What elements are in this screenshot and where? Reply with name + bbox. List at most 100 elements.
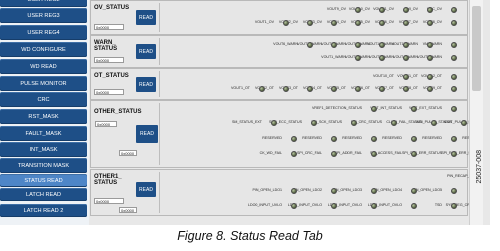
panel-divider (159, 103, 160, 165)
led-indicator-icon (291, 203, 297, 209)
panel-title: WARN_ STATUS (94, 40, 118, 53)
read-button[interactable]: READ (136, 77, 156, 92)
indicator-label: CK_WD_FAIL (259, 151, 282, 155)
led-indicator-icon (291, 151, 297, 157)
status-value-field[interactable]: 0x0000 (94, 57, 124, 63)
status-value-field[interactable]: 0x0000 (94, 198, 124, 204)
led-indicator-icon (371, 136, 377, 142)
led-indicator-icon (331, 136, 337, 142)
read-button[interactable]: READ (136, 125, 158, 143)
led-indicator-icon (411, 188, 417, 194)
status-value-field[interactable]: 0x0000 (94, 24, 124, 30)
panel-divider (159, 38, 160, 65)
vertical-scrollbar[interactable] (469, 0, 483, 225)
indicator-label: VREF1_DETECTION_STATUS (312, 106, 362, 110)
led-indicator-icon (403, 42, 409, 48)
led-indicator-icon (307, 20, 313, 26)
nav-user-reg3-button[interactable]: USER REG3 (0, 8, 87, 23)
status-value-field[interactable]: 0x0000 (94, 89, 124, 95)
indicator-label: TSD (434, 203, 442, 207)
indicator-label: VOUT1_WARN (321, 55, 346, 59)
indicator-label: SPI_CLK_ERR_STATUS (401, 151, 442, 155)
led-indicator-icon (403, 7, 409, 13)
led-indicator-icon (291, 136, 297, 142)
led-indicator-icon (355, 86, 361, 92)
nav-user-reg2-button[interactable]: USER REG2 (0, 0, 87, 7)
led-indicator-icon (331, 203, 337, 209)
led-indicator-icon (427, 74, 433, 80)
led-indicator-icon (331, 20, 337, 26)
nav-pulse-monitor-button[interactable]: PULSE MONITOR (0, 76, 87, 91)
led-indicator-icon (391, 120, 397, 126)
led-indicator-icon (355, 20, 361, 26)
led-indicator-icon (331, 188, 337, 194)
nav-transition-mask-button[interactable]: TRANSITION MASK (0, 158, 87, 173)
nav-user-reg4-button[interactable]: USER REG4 (0, 25, 87, 40)
status-value-field-2[interactable]: 0x0000 (119, 207, 137, 213)
status-read-window: USER REG2USER REG3 USER REG4 WD CONFIGURE W… (0, 0, 490, 225)
led-indicator-icon (403, 86, 409, 92)
figure-caption: Figure 8. Status Read Tab (177, 229, 323, 243)
indicator-label: RESERVED (262, 136, 282, 140)
panel-ot-status: OT_STATUS0x0000READVOUT12_OTVOUT11_OTVOU… (90, 68, 468, 100)
indicator-label: RESERVED (382, 136, 402, 140)
nav-status-read-button[interactable]: STATUS READ (0, 174, 87, 187)
led-indicator-icon (331, 151, 337, 157)
led-indicator-icon (403, 20, 409, 26)
led-indicator-icon (379, 42, 385, 48)
nav-crc-button[interactable]: CRC (0, 92, 87, 107)
led-indicator-icon (427, 7, 433, 13)
indicator-label: RESERVED (342, 136, 362, 140)
led-indicator-icon (351, 120, 357, 126)
led-indicator-icon (411, 151, 417, 157)
panel-divider (159, 172, 160, 213)
panel-divider (159, 71, 160, 97)
nav-latch-read-button[interactable]: LATCH READ (0, 188, 87, 201)
led-indicator-icon (371, 188, 377, 194)
led-indicator-icon (431, 120, 437, 126)
led-indicator-icon (379, 20, 385, 26)
led-indicator-icon (451, 55, 457, 61)
indicator-label: SPI_CRC_FAIL (297, 151, 322, 155)
led-indicator-icon (283, 20, 289, 26)
led-indicator-icon (451, 106, 457, 112)
led-indicator-icon (283, 86, 289, 92)
led-indicator-icon (355, 7, 361, 13)
led-indicator-icon (427, 20, 433, 26)
led-indicator-icon (379, 55, 385, 61)
nav-wd-configure-button[interactable]: WD CONFIGURE (0, 42, 87, 57)
indicator-label: LDO0_INPUT_UVLO (248, 203, 282, 207)
led-indicator-icon (427, 55, 433, 61)
panel-warn-status: WARN_ STATUS0x0000READVMI_WARNVOUT11_WAR… (90, 35, 468, 68)
status-value-field-2[interactable]: 0x0000 (119, 150, 137, 156)
led-indicator-icon (427, 86, 433, 92)
led-indicator-icon (411, 106, 417, 112)
led-indicator-icon (379, 7, 385, 13)
panel-other-status: OTHER_STATUS 0x0000 READ 0x0000 WDT_EXT_STAT… (90, 100, 482, 168)
led-indicator-icon (259, 86, 265, 92)
led-indicator-icon (451, 136, 457, 142)
led-indicator-icon (411, 203, 417, 209)
panel-title: OTHER1_ STATUS (94, 174, 122, 187)
nav-fault-mask-button[interactable]: FAULT_MASK (0, 126, 87, 141)
led-indicator-icon (371, 203, 377, 209)
nav-rst-mask-button[interactable]: RST_MASK (0, 109, 87, 124)
led-indicator-icon (379, 86, 385, 92)
led-indicator-icon (451, 203, 457, 209)
led-indicator-icon (371, 106, 377, 112)
scrollbar-thumb[interactable] (472, 6, 481, 91)
read-button[interactable]: READ (136, 44, 156, 59)
indicator-label: SM_STATUS_EXT (231, 120, 262, 124)
nav-wd-read-button[interactable]: WD READ (0, 59, 87, 74)
status-value-field[interactable]: 0x0000 (95, 121, 117, 127)
led-indicator-icon (451, 20, 457, 26)
nav-latch-read-2-button[interactable]: LATCH READ 2 (0, 204, 87, 217)
read-button[interactable]: READ (136, 182, 156, 197)
read-button[interactable]: READ (136, 10, 156, 25)
led-indicator-icon (451, 74, 457, 80)
indicator-label: VOUT1_OT (231, 86, 250, 90)
led-indicator-icon (331, 86, 337, 92)
led-indicator-icon (355, 42, 361, 48)
led-indicator-icon (403, 74, 409, 80)
nav-int-mask-button[interactable]: INT_MASK (0, 142, 87, 157)
